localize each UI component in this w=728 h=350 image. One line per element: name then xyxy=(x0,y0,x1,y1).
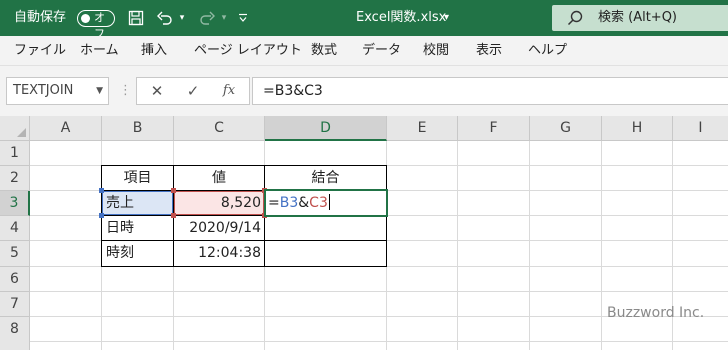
tab-file[interactable]: ファイル xyxy=(14,36,66,66)
filename-chevron-icon[interactable]: ▾ xyxy=(444,0,449,36)
table-cell-value[interactable]: 12:04:38 xyxy=(174,241,264,266)
cancel-icon[interactable]: ✕ xyxy=(143,78,171,104)
table-header-cell[interactable]: 値 xyxy=(174,166,264,190)
save-icon[interactable] xyxy=(124,0,148,36)
table-cell-value[interactable]: 2020/9/14 xyxy=(174,216,264,240)
table-cell-item[interactable]: 日時 xyxy=(102,216,173,240)
tab-home[interactable]: ホーム xyxy=(80,36,119,66)
enter-icon[interactable]: ✓ xyxy=(179,78,207,104)
watermark: Buzzword Inc. xyxy=(607,305,705,321)
row-header-2[interactable]: 2 xyxy=(0,166,30,191)
column-header-d[interactable]: D xyxy=(265,116,387,141)
row-header-4[interactable]: 4 xyxy=(0,216,30,241)
autosave-label: 自動保存 xyxy=(14,10,67,25)
formula-bar-grip-icon[interactable]: ⋮ xyxy=(119,84,132,98)
column-header-b[interactable]: B xyxy=(102,116,174,141)
name-box[interactable]: TEXTJOIN ▼ xyxy=(6,77,109,105)
file-name[interactable]: Excel関数.xlsx xyxy=(356,0,446,36)
search-text: 検索 (Alt+Q) xyxy=(598,10,678,25)
tab-page-layout[interactable]: ページ レイアウト xyxy=(194,36,302,66)
tab-help[interactable]: ヘルプ xyxy=(528,36,567,66)
column-header-i[interactable]: I xyxy=(673,116,728,141)
table-cell-value[interactable]: 8,520 xyxy=(174,191,264,215)
table-cell-item[interactable]: 売上 xyxy=(102,191,172,215)
formula-input[interactable]: =B3&C3 xyxy=(252,77,728,105)
tab-data[interactable]: データ xyxy=(362,36,401,66)
redo-dropdown-icon[interactable]: ▾ xyxy=(218,0,230,36)
formula-prefix: = xyxy=(268,195,280,211)
autosave-toggle[interactable]: オフ xyxy=(77,10,115,40)
column-header-c[interactable]: C xyxy=(174,116,265,141)
column-header-e[interactable]: E xyxy=(387,116,458,141)
undo-dropdown-icon[interactable]: ▾ xyxy=(176,0,188,36)
gridline xyxy=(30,291,728,292)
row-header-7[interactable]: 7 xyxy=(0,292,30,317)
select-all-button[interactable] xyxy=(0,116,30,141)
column-header-a[interactable]: A xyxy=(30,116,102,141)
name-box-chevron-icon[interactable]: ▼ xyxy=(96,78,103,104)
formula-buttons: ✕ ✓ fx xyxy=(136,77,250,105)
formula-ref-b3: B3 xyxy=(279,195,299,211)
formula-operator: & xyxy=(298,195,310,211)
tab-formulas[interactable]: 数式 xyxy=(311,36,337,66)
title-bar: 自動保存 オフ ▾ ▾ Excel関数.xlsx ▾ 検索 (Alt+Q) xyxy=(0,0,728,40)
cell-edit-text[interactable]: =B3&C3 xyxy=(268,191,330,215)
formula-bar: TEXTJOIN ▼ ⋮ ✕ ✓ fx =B3&C3 xyxy=(0,66,728,116)
insert-function-icon[interactable]: fx xyxy=(215,78,243,104)
gridline xyxy=(601,141,602,350)
table-header-cell[interactable]: 結合 xyxy=(265,166,386,190)
row-header-6[interactable]: 6 xyxy=(0,267,30,292)
formula-ref-c3: C3 xyxy=(309,195,328,211)
tab-view[interactable]: 表示 xyxy=(476,36,502,66)
tab-review[interactable]: 校閲 xyxy=(423,36,449,66)
gridline xyxy=(529,141,530,350)
customize-qat-icon[interactable] xyxy=(234,0,252,36)
row-header-3[interactable]: 3 xyxy=(0,191,30,216)
table-header-cell[interactable]: 項目 xyxy=(102,166,173,190)
row-header-1[interactable]: 1 xyxy=(0,141,30,166)
row-header-8[interactable]: 8 xyxy=(0,317,30,350)
select-all-icon xyxy=(17,128,26,137)
gridline xyxy=(457,141,458,350)
column-header-g[interactable]: G xyxy=(530,116,602,141)
tab-insert[interactable]: 挿入 xyxy=(141,36,167,66)
column-header-f[interactable]: F xyxy=(458,116,530,141)
undo-icon[interactable] xyxy=(154,0,176,36)
search-box[interactable]: 検索 (Alt+Q) xyxy=(552,5,728,31)
toggle-knob xyxy=(81,14,90,23)
name-box-value: TEXTJOIN xyxy=(13,83,74,98)
text-caret xyxy=(328,194,330,210)
formula-text: =B3&C3 xyxy=(263,83,323,99)
search-icon xyxy=(566,9,584,27)
table-cell-item[interactable]: 時刻 xyxy=(102,241,173,266)
ribbon-tabs: ファイル ホーム 挿入 ページ レイアウト 数式 データ 校閲 表示 ヘルプ xyxy=(0,36,728,66)
redo-icon[interactable] xyxy=(196,0,218,36)
gridline xyxy=(30,341,728,342)
row-header-5[interactable]: 5 xyxy=(0,241,30,267)
column-header-h[interactable]: H xyxy=(602,116,673,141)
